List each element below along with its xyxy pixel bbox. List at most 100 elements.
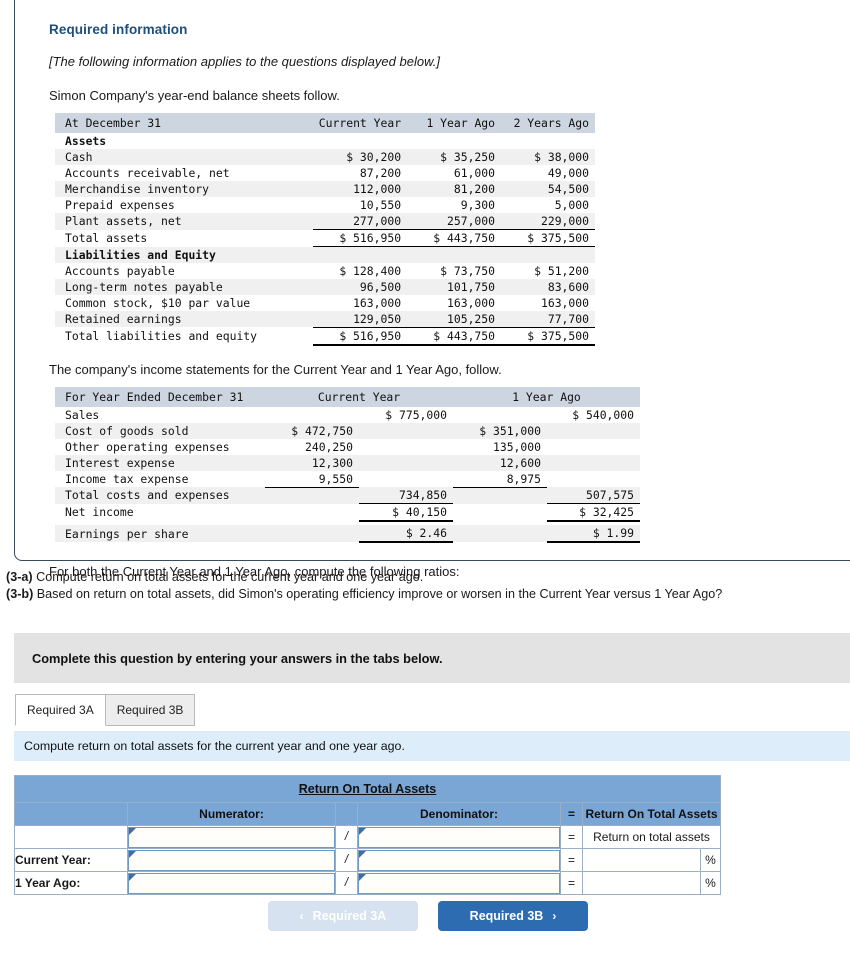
equals-2: = [560, 871, 583, 895]
tab-bar: Required 3A Required 3B [15, 694, 196, 726]
table-header-row: For Year Ended December 31 Current Year … [55, 386, 640, 407]
cell-value: 229,000 [501, 213, 595, 230]
table-row-total-assets: Total assets $ 516,950 $ 443,750 $ 375,5… [55, 229, 595, 247]
result-cell-2[interactable] [582, 871, 701, 895]
answer-table-title-row: Return On Total Assets [14, 775, 721, 803]
answer-table-header-row: Numerator: Denominator: = Return On Tota… [14, 802, 721, 826]
row-label: Net income [55, 503, 265, 521]
answer-table-title: Return On Total Assets [298, 782, 437, 796]
table-row: Liabilities and Equity [55, 246, 595, 263]
question-3a: (3-a) Compute return on total assets for… [6, 569, 722, 586]
numerator-cell-2[interactable] [127, 871, 336, 895]
answer-table-wrapper: Return On Total Assets Numerator: Denomi… [14, 775, 721, 895]
result-label-0: Return on total assets [582, 825, 721, 849]
row-label: Total assets [55, 229, 313, 247]
numerator-input-0[interactable] [128, 826, 335, 848]
applies-note: [The following information applies to th… [49, 54, 440, 69]
cell-value [547, 454, 640, 471]
return-on-total-assets-table: Return On Total Assets Numerator: Denomi… [14, 775, 721, 895]
cell-value: 49,000 [501, 165, 595, 181]
header-spacer-cell [14, 802, 128, 826]
cell-value: $ 128,400 [312, 262, 408, 279]
numerator-input-1[interactable] [128, 849, 335, 871]
col-header-period: For Year Ended December 31 [55, 386, 265, 407]
row-label: Long-term notes payable [55, 278, 313, 295]
cell-value: 257,000 [407, 213, 502, 230]
result-cell-1[interactable] [582, 848, 701, 872]
section-liabilities-label: Liabilities and Equity [55, 246, 313, 263]
cell-value: 101,750 [407, 278, 502, 295]
next-required-3b-button[interactable]: Required 3B › [438, 901, 588, 931]
denominator-cell-0[interactable] [357, 825, 561, 849]
col-header-period: At December 31 [55, 113, 313, 133]
numerator-cell-1[interactable] [127, 848, 336, 872]
cell-value: 163,000 [501, 294, 595, 311]
table-row: Merchandise inventory 112,000 81,200 54,… [55, 181, 595, 197]
cell-value [547, 422, 640, 439]
col-header-1-year-ago: 1 Year Ago [407, 113, 502, 133]
cell-value [547, 438, 640, 455]
question-3a-tag: (3-a) [6, 570, 33, 584]
cell-value: 277,000 [312, 213, 408, 230]
table-row: / = Return on total assets [14, 825, 721, 849]
cell-value: $ 38,000 [501, 149, 595, 165]
row-label: Merchandise inventory [55, 181, 313, 197]
header-result: Return On Total Assets [582, 802, 721, 826]
row-label: Prepaid expenses [55, 197, 313, 213]
cell-value: 112,000 [312, 181, 408, 197]
table-row: Other operating expenses 240,250 135,000 [55, 438, 640, 455]
percent-symbol-1: % [700, 848, 721, 872]
row-label: Plant assets, net [55, 213, 313, 230]
table-row-net-income: Net income $ 40,150 $ 32,425 [55, 503, 640, 522]
col-header-current-year: Current Year [265, 386, 453, 407]
cell-value [547, 470, 640, 487]
cell-value: 87,200 [312, 165, 408, 181]
cell-value: 12,300 [265, 454, 359, 471]
denominator-input-1[interactable] [358, 849, 560, 871]
tab-required-3b[interactable]: Required 3B [104, 694, 196, 726]
tab-prompt-text: Compute return on total assets for the c… [24, 739, 405, 753]
denominator-input-2[interactable] [358, 872, 560, 894]
cell-value: 9,550 [265, 470, 359, 487]
cell-value: 81,200 [407, 181, 502, 197]
row-label-1-year-ago: 1 Year Ago: [14, 871, 128, 895]
previous-required-3a-button[interactable]: ‹ Required 3A [268, 901, 418, 931]
row-label-blank [14, 825, 128, 849]
cell-value: $ 40,150 [359, 503, 453, 522]
cell-value: 163,000 [407, 294, 502, 311]
numerator-cell-0[interactable] [127, 825, 336, 849]
header-denominator: Denominator: [357, 802, 561, 826]
cell-value: $ 1.99 [547, 525, 640, 543]
balance-sheet-intro: Simon Company's year-end balance sheets … [49, 88, 340, 103]
page-title: Required information [49, 22, 188, 37]
section-assets-label: Assets [55, 133, 313, 149]
cell-value: 8,975 [453, 470, 547, 487]
income-statement-intro: The company's income statements for the … [49, 361, 502, 377]
denominator-cell-1[interactable] [357, 848, 561, 872]
cell-value: 105,250 [407, 310, 502, 327]
cell-value: $ 375,500 [501, 229, 595, 247]
cell-value: $ 375,500 [501, 326, 595, 346]
cell-value: 12,600 [453, 454, 547, 471]
col-header-1-year-ago: 1 Year Ago [453, 386, 640, 407]
cell-value [359, 422, 453, 439]
question-list: (3-a) Compute return on total assets for… [6, 569, 722, 603]
cell-value: $ 35,250 [407, 149, 502, 165]
row-label: Accounts receivable, net [55, 165, 313, 181]
row-label: Total liabilities and equity [55, 327, 313, 345]
header-numerator: Numerator: [127, 802, 336, 826]
page-root: Required information [The following info… [0, 0, 850, 956]
col-header-2-years-ago: 2 Years Ago [501, 113, 595, 133]
row-label: Income tax expense [55, 470, 265, 487]
denominator-cell-2[interactable] [357, 871, 561, 895]
header-equals: = [560, 802, 583, 826]
cell-value [453, 406, 547, 423]
denominator-input-0[interactable] [358, 826, 560, 848]
table-row: Interest expense 12,300 12,600 [55, 454, 640, 471]
tab-required-3a[interactable]: Required 3A [15, 694, 106, 726]
numerator-input-2[interactable] [128, 872, 335, 894]
cell-value: 61,000 [407, 165, 502, 181]
row-label: Sales [55, 406, 265, 423]
table-row: Assets [55, 133, 595, 149]
cell-value: 129,050 [312, 310, 408, 327]
